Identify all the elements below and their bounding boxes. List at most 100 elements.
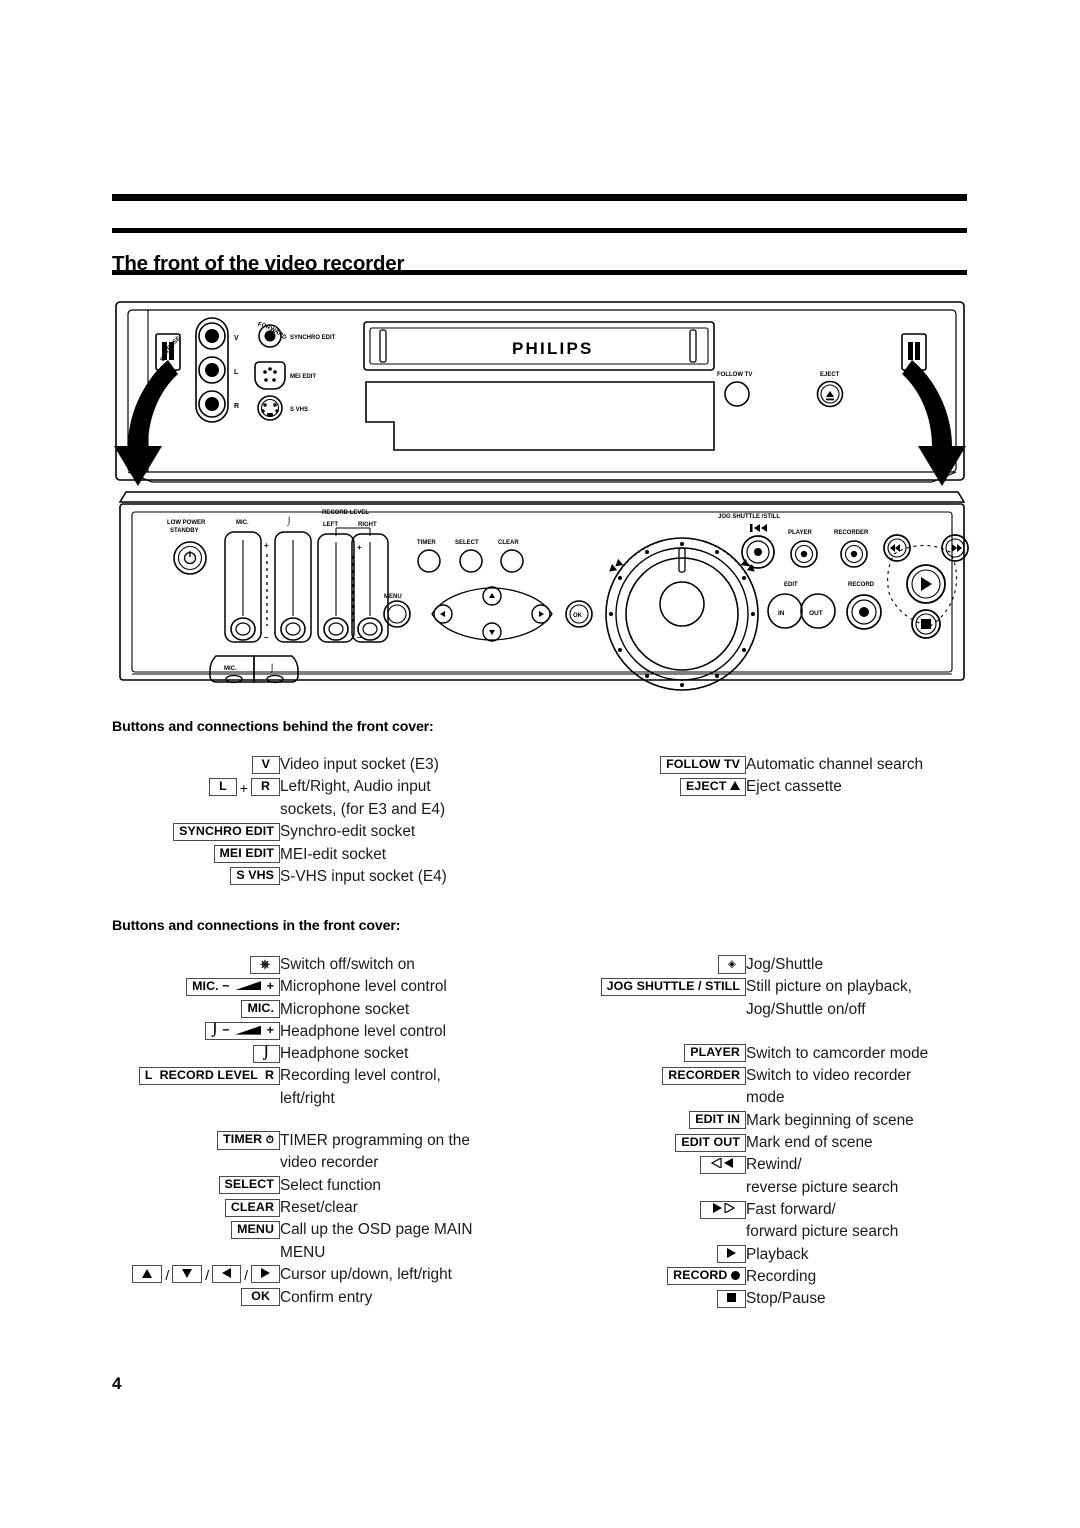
rewind-icon (710, 1156, 733, 1169)
svg-text:OK: OK (573, 613, 583, 619)
svg-text:RECORD LEVEL: RECORD LEVEL (322, 510, 369, 516)
cursor-down-icon (182, 1268, 193, 1278)
svg-text:PLAYER: PLAYER (788, 530, 812, 536)
list-item-continuation: MENU (112, 1242, 552, 1264)
list-item: RECORDER Switch to video recorder (568, 1065, 1008, 1087)
list-item: Stop/Pause (568, 1288, 1008, 1310)
list-item-desc: Select function (280, 1176, 381, 1194)
header-rule-top (112, 194, 967, 201)
list-item-desc: forward picture search (746, 1223, 899, 1241)
list-item-desc: Recording level control, (280, 1067, 441, 1085)
key-label-left-right[interactable]: L + R (112, 776, 280, 799)
key-label-fast-forward[interactable] (568, 1199, 746, 1221)
svg-text:+: + (264, 541, 269, 550)
cursor-left-icon (222, 1268, 232, 1279)
list-item-desc: Synchro-edit socket (280, 823, 416, 841)
key-label-ok[interactable]: OK (112, 1287, 280, 1309)
level-wedge-icon (235, 981, 262, 991)
level-wedge-icon (235, 1025, 262, 1035)
list-item-desc: Fast forward/ (746, 1200, 836, 1218)
list-item: ⌡ Headphone socket (112, 1043, 552, 1065)
key-label-clear[interactable]: CLEAR (112, 1197, 280, 1219)
list-item-desc: Microphone level control (280, 978, 447, 996)
key-label-headphone-socket[interactable]: ⌡ (112, 1043, 280, 1065)
list-item-desc: Still picture on playback, (746, 978, 912, 996)
headphone-icon: ⌡ (262, 1045, 270, 1060)
key-label-jog-shuttle-still[interactable]: JOG SHUTTLE / STILL (568, 976, 746, 998)
list-item-continuation: forward picture search (568, 1221, 1008, 1243)
key-label-mic-level[interactable]: MIC. − + (112, 976, 280, 998)
list-item: EJECT Eject cassette (568, 776, 1008, 798)
key-label-record-level[interactable]: L RECORD LEVEL R (112, 1065, 280, 1087)
list-item-desc: Rewind/ (746, 1156, 802, 1174)
list-item-desc: Playback (746, 1245, 809, 1263)
record-dot-icon (731, 1270, 740, 1280)
list-item: SELECT Select function (112, 1175, 552, 1197)
key-label-playback[interactable] (568, 1244, 746, 1266)
key-label-synchro-edit[interactable]: SYNCHRO EDIT (112, 821, 280, 843)
list-item-desc: Microphone socket (280, 1000, 410, 1018)
svg-text:MIC.: MIC. (236, 520, 249, 526)
section2-left-column: ⎈ Switch off/switch on MIC. − + Micropho… (112, 954, 552, 1309)
svg-text:IN: IN (778, 610, 785, 617)
key-label-power[interactable]: ⎈ (112, 954, 280, 976)
header-rule-middle (112, 228, 967, 233)
list-item-desc: Headphone level control (280, 1022, 446, 1040)
key-label-recorder[interactable]: RECORDER (568, 1065, 746, 1087)
list-item-desc: Reset/clear (280, 1198, 358, 1216)
section2-right-column: ◈ Jog/Shuttle JOG SHUTTLE / STILL Still … (568, 954, 1008, 1310)
svg-text:RIGHT: RIGHT (358, 522, 377, 528)
list-item: RECORD Recording (568, 1266, 1008, 1288)
key-label-headphone-level[interactable]: ⌡ − + (112, 1021, 280, 1043)
key-label-timer[interactable]: TIMER ⏱ (112, 1130, 280, 1152)
key-label-eject[interactable]: EJECT (568, 776, 746, 798)
key-label-mic-socket[interactable]: MIC. (112, 999, 280, 1021)
key-label-mei-edit[interactable]: MEI EDIT (112, 844, 280, 866)
list-item-desc: Stop/Pause (746, 1290, 826, 1308)
key-label-cursor-keys[interactable]: / / / (112, 1264, 280, 1287)
key-label-select[interactable]: SELECT (112, 1175, 280, 1197)
key-label-jog-shuttle-dial[interactable]: ◈ (568, 954, 746, 976)
list-item-desc: Call up the OSD page MAIN (280, 1221, 473, 1239)
svg-text:MEI EDIT: MEI EDIT (290, 374, 316, 380)
svg-text:SELECT: SELECT (455, 540, 479, 546)
list-item: L RECORD LEVEL R Recording level control… (112, 1065, 552, 1087)
list-item-continuation: left/right (112, 1088, 552, 1110)
list-item: ⌡ − + Headphone level control (112, 1021, 552, 1043)
list-item: MENU Call up the OSD page MAIN (112, 1219, 552, 1241)
list-item-continuation: video recorder (112, 1152, 552, 1174)
svg-text:MIC.: MIC. (224, 666, 237, 672)
key-label-record[interactable]: RECORD (568, 1266, 746, 1288)
eject-triangle-icon (730, 781, 740, 791)
key-label-follow-tv[interactable]: FOLLOW TV (568, 754, 746, 776)
key-label-menu[interactable]: MENU (112, 1219, 280, 1241)
key-label-edit-in[interactable]: EDIT IN (568, 1110, 746, 1132)
list-item: EDIT IN Mark beginning of scene (568, 1110, 1008, 1132)
list-item-desc: mode (746, 1089, 785, 1107)
list-item-desc: Eject cassette (746, 778, 842, 796)
list-item-desc: Confirm entry (280, 1288, 373, 1306)
section1-left-column: V Video input socket (E3) L + R Left/Right… (112, 754, 552, 888)
svg-text:RECORDER: RECORDER (834, 530, 869, 536)
svg-text:+: + (357, 543, 362, 552)
list-item-desc: MENU (280, 1243, 326, 1261)
list-item: JOG SHUTTLE / STILL Still picture on pla… (568, 976, 1008, 998)
list-item-desc: Mark end of scene (746, 1134, 873, 1152)
svg-text:STANDBY: STANDBY (170, 528, 199, 534)
svg-text:SYNCHRO EDIT: SYNCHRO EDIT (290, 335, 336, 341)
list-item-desc: Switch off/switch on (280, 956, 415, 973)
svg-text:EDIT: EDIT (784, 582, 798, 588)
list-item-desc: Headphone socket (280, 1045, 409, 1063)
list-item: Fast forward/ (568, 1199, 1008, 1221)
key-label-edit-out[interactable]: EDIT OUT (568, 1132, 746, 1154)
list-item-desc: Recording (746, 1267, 817, 1285)
fast-forward-icon (713, 1201, 736, 1214)
list-item-desc: Video input socket (E3) (280, 756, 439, 773)
key-label-video[interactable]: V (112, 754, 280, 776)
key-label-stop-pause[interactable] (568, 1288, 746, 1310)
key-label-player[interactable]: PLAYER (568, 1043, 746, 1065)
key-label-rewind[interactable] (568, 1154, 746, 1176)
key-label-s-vhs[interactable]: S VHS (112, 866, 280, 888)
